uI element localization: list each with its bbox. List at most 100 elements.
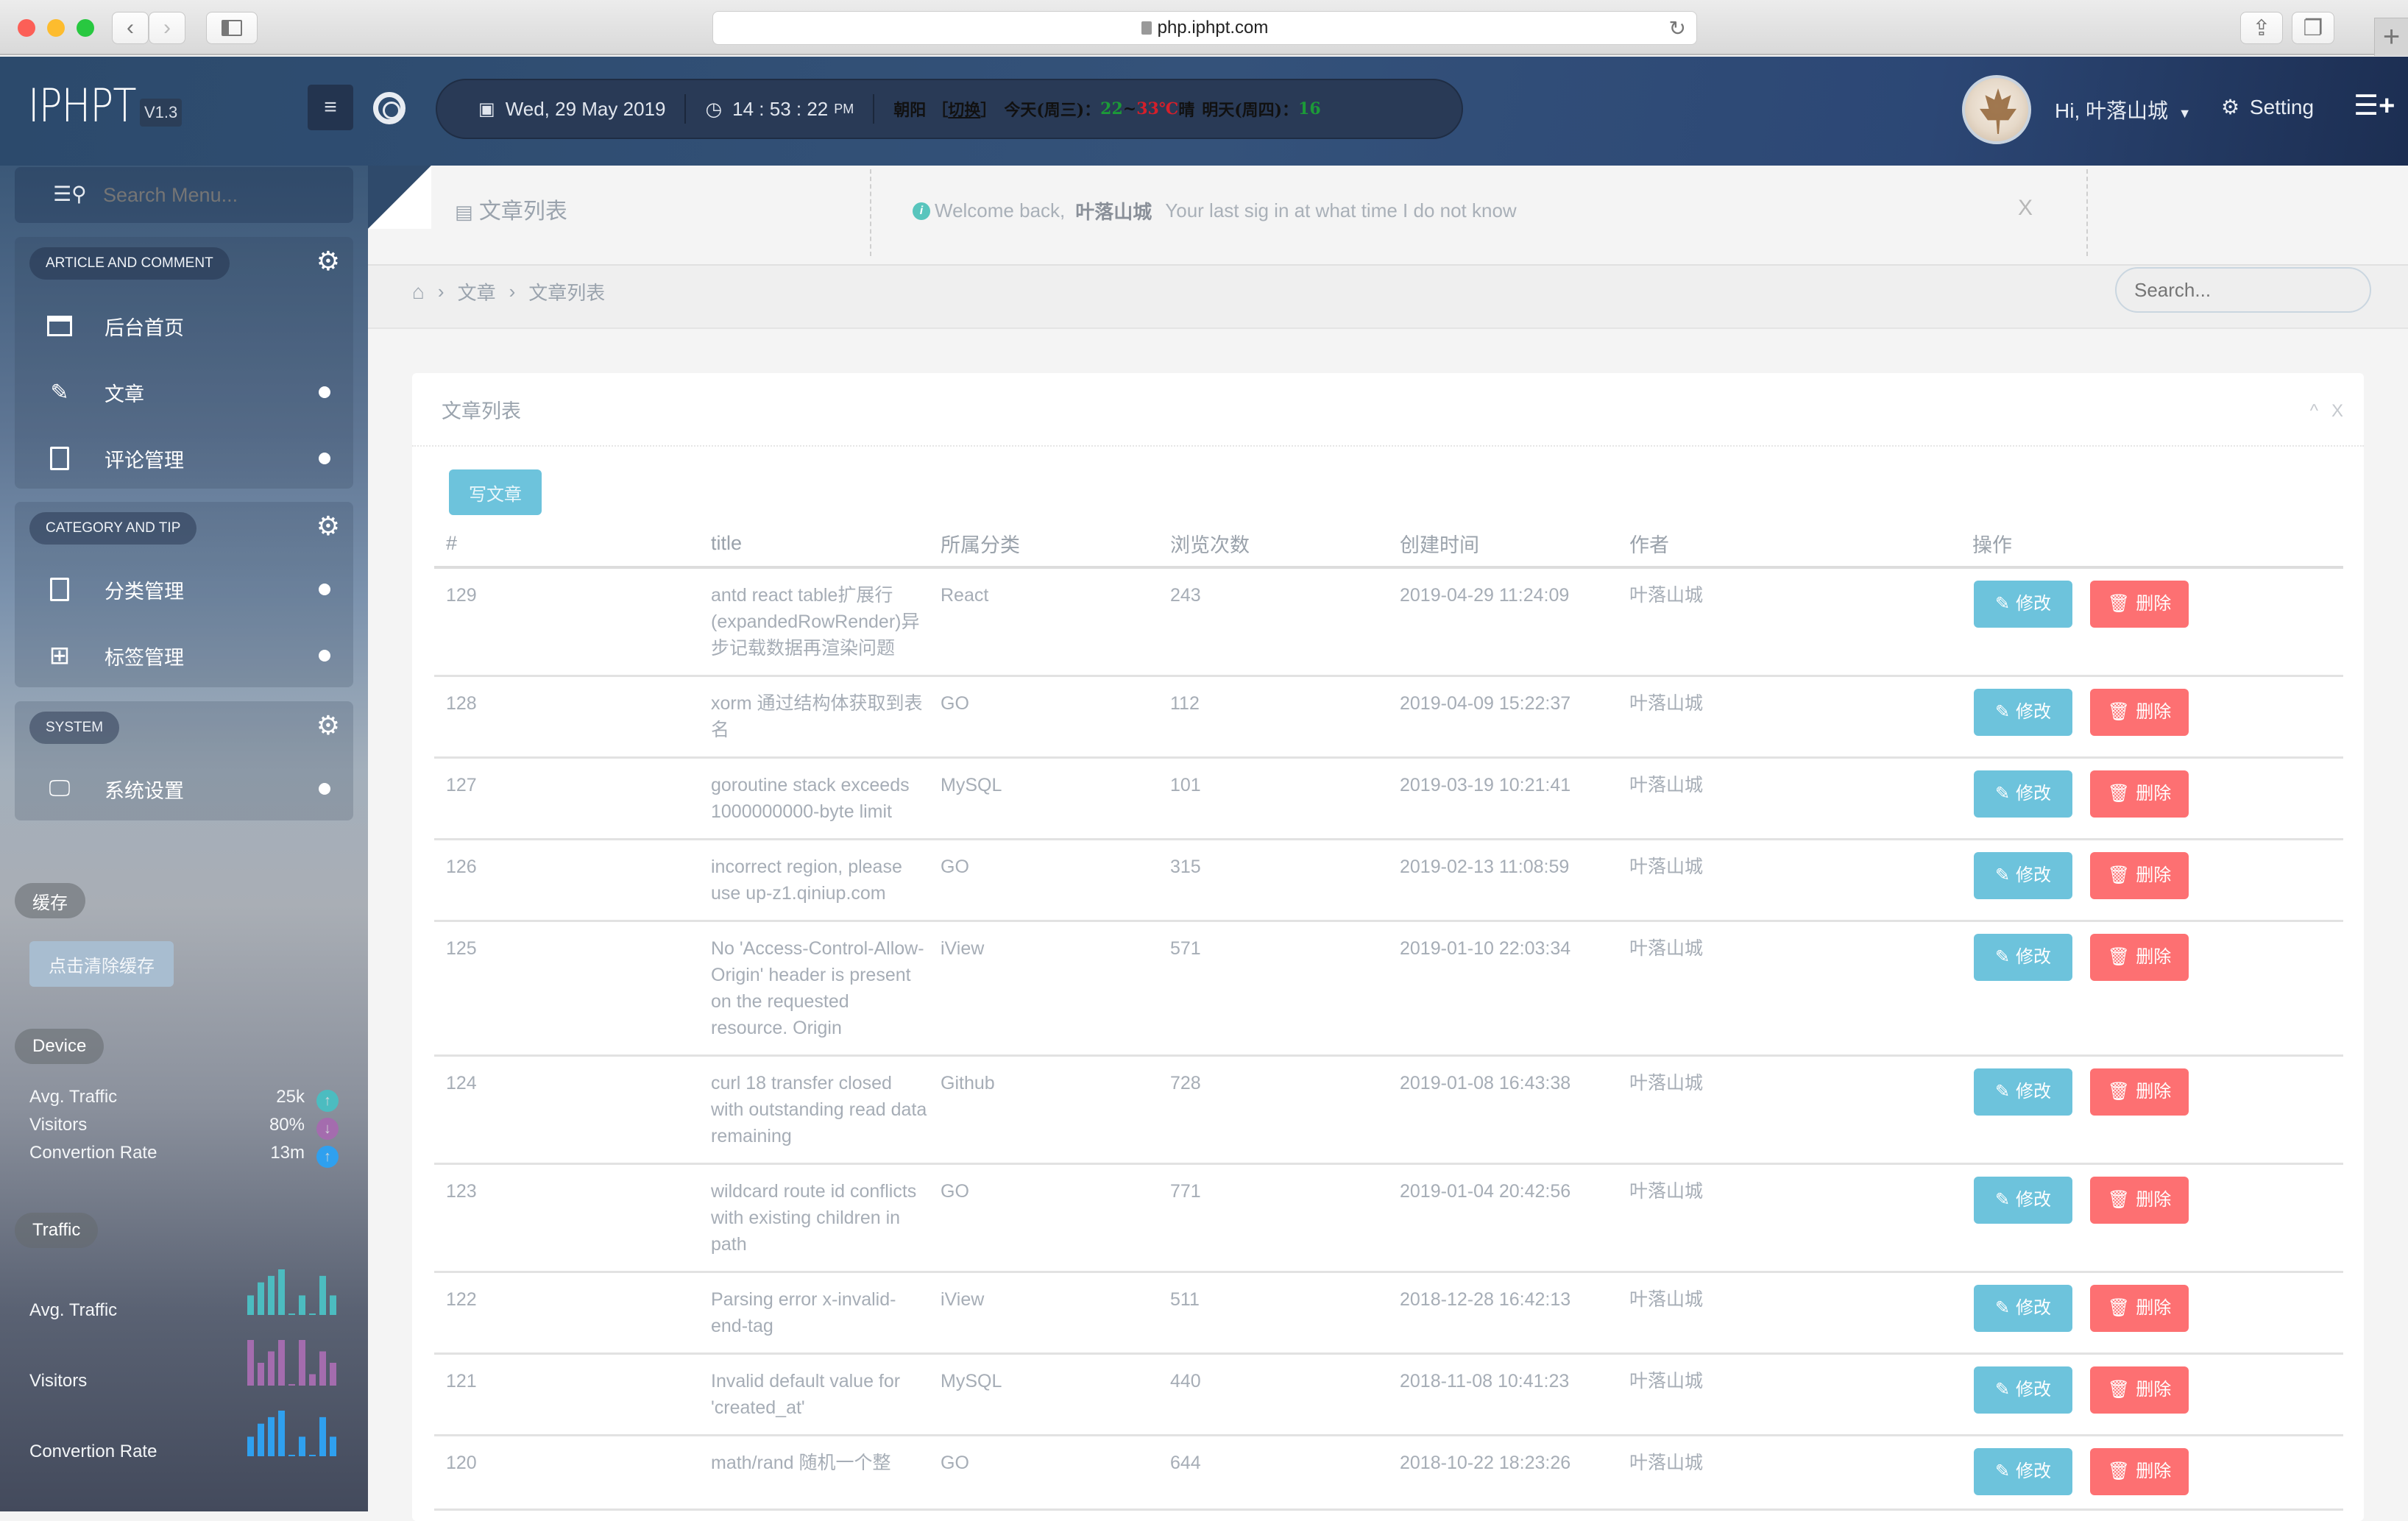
avatar[interactable] [1962, 75, 2031, 144]
home-icon[interactable]: ⌂ [412, 280, 425, 304]
edit-button[interactable]: ✎ 修改 [1974, 1285, 2072, 1332]
menu-toggle-button[interactable]: ≡ [308, 85, 353, 130]
breadcrumb-bar [368, 266, 2408, 329]
clear-cache-button[interactable]: 点击清除缓存 [29, 941, 174, 987]
column-header[interactable]: # [434, 520, 699, 569]
new-tab-button[interactable]: + [2374, 18, 2408, 56]
column-header[interactable]: 浏览次数 [1158, 520, 1388, 569]
delete-button[interactable]: 🗑 删除 [2090, 581, 2189, 628]
address-bar[interactable]: php.iphpt.com ↻ [712, 11, 1697, 45]
row-created: 2018-10-22 18:23:26 [1388, 1435, 1618, 1511]
forward-button[interactable]: › [149, 12, 185, 44]
chevron-left-icon: ‹ [127, 15, 134, 40]
edit-button[interactable]: ✎ 修改 [1974, 852, 2072, 899]
row-views: 112 [1158, 676, 1388, 759]
delete-button[interactable]: 🗑 删除 [2090, 1448, 2189, 1495]
group-settings-icon[interactable]: ⚙ [316, 511, 340, 542]
column-header[interactable]: 所属分类 [929, 520, 1158, 569]
sidebar: ☰⚲ ARTICLE AND COMMENT ⚙ 后台首页 ✎ 文章 评论管理 … [0, 166, 368, 1511]
sparkline-bar [309, 1374, 316, 1386]
delete-button[interactable]: 🗑 删除 [2090, 1177, 2189, 1224]
menu-search-input[interactable] [103, 180, 339, 210]
row-actions: ✎ 修改 🗑 删除 [1961, 567, 2343, 677]
edit-label: 修改 [2016, 1380, 2052, 1400]
delete-button[interactable]: 🗑 删除 [2090, 689, 2189, 736]
close-icon[interactable]: X [2331, 401, 2343, 422]
trash-icon: 🗑 [2107, 1461, 2131, 1481]
traffic-label: Traffic [15, 1213, 99, 1248]
setting-label: Setting [2249, 96, 2315, 118]
app-logo[interactable]: IPHPT [28, 79, 137, 132]
sidebar-toggle-button[interactable] [206, 12, 258, 44]
delete-button[interactable]: 🗑 删除 [2090, 934, 2189, 981]
welcome-prefix: Welcome back, [935, 199, 1066, 221]
delete-button[interactable]: 🗑 删除 [2090, 1285, 2189, 1332]
edit-button[interactable]: ✎ 修改 [1974, 1366, 2072, 1414]
tomorrow-low: 16 [1298, 99, 1321, 118]
sidebar-item-system-settings[interactable]: 🖵 系统设置 [15, 763, 353, 815]
write-article-button[interactable]: 写文章 [449, 469, 542, 515]
row-title: curl 18 transfer closed with outstanding… [699, 1055, 929, 1165]
sidebar-item-dashboard[interactable]: 后台首页 [15, 300, 353, 352]
weather-switch-link[interactable]: 切换 [948, 97, 980, 121]
pencil-icon: ✎ [1994, 1298, 2011, 1318]
row-created: 2019-04-29 11:24:09 [1388, 567, 1618, 677]
sidebar-item-tags[interactable]: ⊞ 标签管理 [15, 630, 353, 681]
delete-button[interactable]: 🗑 删除 [2090, 770, 2189, 818]
delete-button[interactable]: 🗑 删除 [2090, 1068, 2189, 1116]
group-settings-icon[interactable]: ⚙ [316, 246, 340, 277]
edit-button[interactable]: ✎ 修改 [1974, 689, 2072, 736]
close-alert-button[interactable]: X [2018, 196, 2033, 221]
file-icon [47, 446, 72, 471]
tabs-overview-button[interactable]: ❐ [2292, 12, 2334, 44]
share-button[interactable]: ⇪ [2240, 12, 2283, 44]
clock-icon: ◷ [705, 97, 723, 120]
table-row: 129 antd react table扩展行(expandedRowRender… [434, 567, 2343, 677]
breadcrumb-item[interactable]: 文章 [458, 278, 496, 305]
delete-button[interactable]: 🗑 删除 [2090, 852, 2189, 899]
search-input[interactable] [2115, 267, 2371, 313]
table-row: 121 Invalid default value for 'created_at… [434, 1353, 2343, 1436]
edit-button[interactable]: ✎ 修改 [1974, 1448, 2072, 1495]
table-row: 126 incorrect region, please use up-z1.qi… [434, 839, 2343, 922]
column-header[interactable]: 创建时间 [1388, 520, 1618, 569]
row-id: 125 [434, 921, 699, 1057]
edit-button[interactable]: ✎ 修改 [1974, 1177, 2072, 1224]
collapse-icon[interactable]: ^ [2310, 401, 2318, 422]
nav-group-system: SYSTEM ⚙ 🖵 系统设置 [15, 701, 353, 820]
sparkline-bar [299, 1295, 305, 1315]
edit-button[interactable]: ✎ 修改 [1974, 934, 2072, 981]
add-list-button[interactable]: ☰+ [2354, 89, 2395, 122]
stat-value: 25k [276, 1087, 305, 1107]
sparkline-bar [299, 1436, 305, 1456]
edit-label: 修改 [2016, 1190, 2052, 1210]
back-button[interactable]: ‹ [112, 12, 149, 44]
weather-city: 朝阳 [893, 101, 927, 120]
user-greeting: Hi, 叶落山城 [2055, 99, 2169, 122]
row-category: GO [929, 1163, 1158, 1273]
status-dot [319, 783, 330, 795]
grid-icon: ⊞ [49, 642, 71, 670]
reload-icon[interactable]: ↻ [1669, 16, 1686, 40]
sidebar-item-articles[interactable]: ✎ 文章 [15, 366, 353, 418]
delete-button[interactable]: 🗑 删除 [2090, 1366, 2189, 1414]
sidebar-item-label: 评论管理 [105, 449, 184, 472]
minimize-window-button[interactable] [47, 19, 65, 37]
maximize-window-button[interactable] [77, 19, 94, 37]
column-header[interactable]: 作者 [1618, 520, 1961, 569]
sidebar-item-comments[interactable]: 评论管理 [15, 433, 353, 484]
column-header[interactable]: title [699, 520, 929, 569]
device-label: Device [15, 1029, 105, 1064]
row-actions: ✎ 修改 🗑 删除 [1961, 1055, 2343, 1165]
user-menu[interactable]: Hi, 叶落山城 ▼ [2055, 95, 2192, 124]
lifering-icon[interactable] [373, 92, 406, 124]
edit-button[interactable]: ✎ 修改 [1974, 1068, 2072, 1116]
close-window-button[interactable] [18, 19, 35, 37]
menu-search[interactable]: ☰⚲ [15, 167, 353, 223]
setting-button[interactable]: ⚙ Setting [2221, 95, 2314, 119]
sidebar-item-categories[interactable]: 分类管理 [15, 564, 353, 615]
group-settings-icon[interactable]: ⚙ [316, 710, 340, 741]
edit-button[interactable]: ✎ 修改 [1974, 581, 2072, 628]
edit-button[interactable]: ✎ 修改 [1974, 770, 2072, 818]
device-stat-row: Visitors 80% ↓ [29, 1115, 339, 1143]
